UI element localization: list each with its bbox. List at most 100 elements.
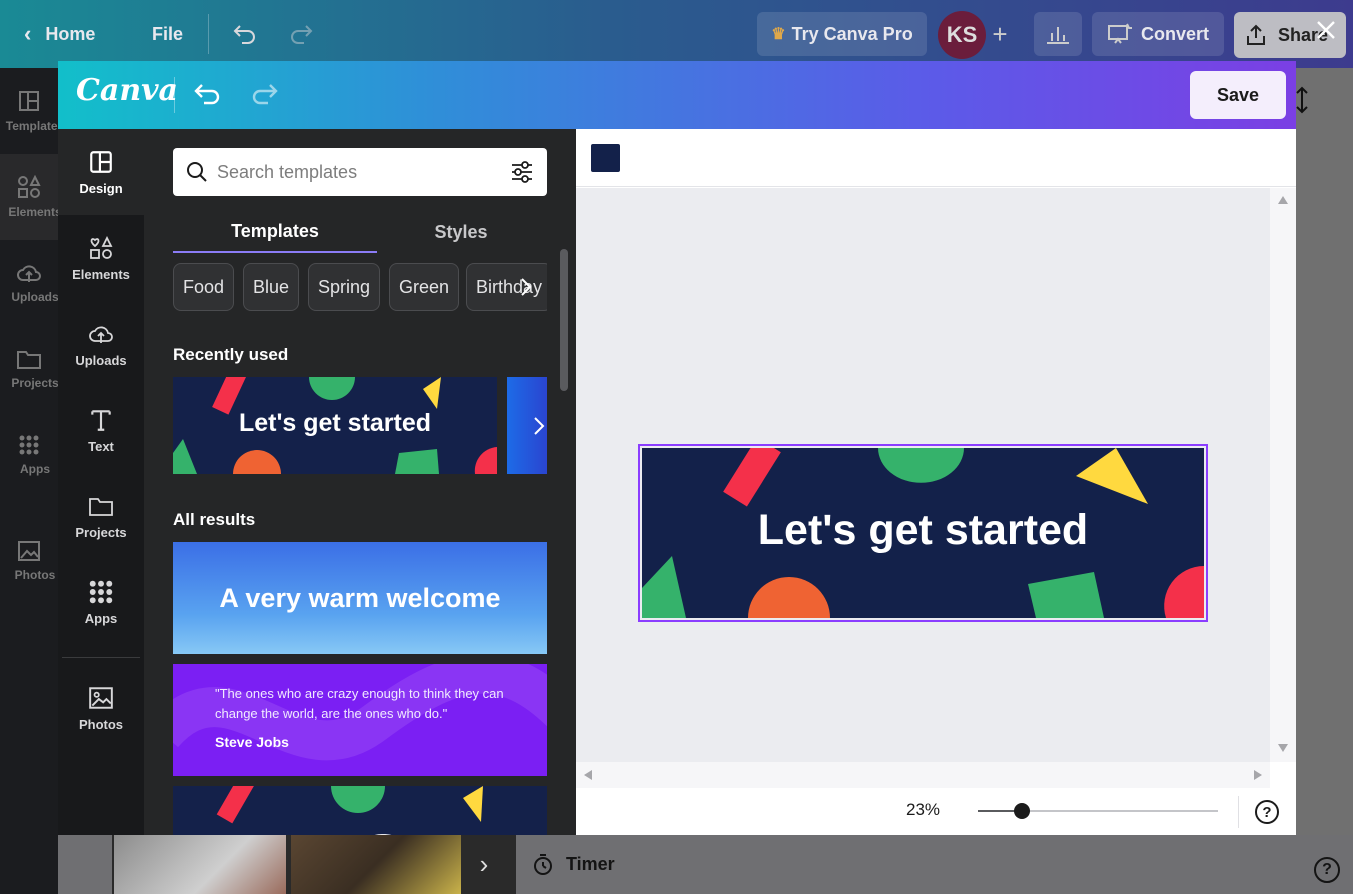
canvas-workspace: Let's get started bbox=[576, 188, 1270, 762]
recent-template-card[interactable]: Let's get started bbox=[173, 377, 497, 474]
vertical-scrollbar[interactable] bbox=[1270, 188, 1296, 762]
zoom-slider-handle[interactable] bbox=[1014, 803, 1031, 819]
bg-rail-item-templates: Templates bbox=[0, 68, 58, 154]
quote-text: "The ones who are crazy enough to think … bbox=[215, 686, 504, 721]
close-icon[interactable] bbox=[1312, 16, 1340, 44]
chip-green[interactable]: Green bbox=[389, 263, 460, 311]
background-canvas-edge bbox=[1296, 68, 1353, 894]
scroll-right-icon[interactable] bbox=[1254, 770, 1262, 780]
design-page[interactable]: Let's get started bbox=[642, 448, 1204, 618]
scroll-up-icon[interactable] bbox=[1278, 196, 1288, 204]
sidebar-item-label: Elements bbox=[72, 266, 130, 282]
grid-icon bbox=[89, 580, 113, 603]
search-icon bbox=[187, 162, 207, 182]
convert-label: Convert bbox=[1140, 23, 1209, 44]
folder-icon bbox=[17, 351, 41, 369]
sidebar-item-elements[interactable]: Elements bbox=[58, 215, 144, 301]
layout-icon bbox=[19, 91, 39, 111]
background-photo-thumb bbox=[291, 835, 461, 894]
scroll-down-icon[interactable] bbox=[1278, 744, 1288, 752]
bg-rail-label: Photos bbox=[14, 568, 56, 582]
background-topbar: ‹ Home File ♛ Try Canva Pro KS + Convert… bbox=[0, 0, 1353, 68]
footer-divider bbox=[1238, 796, 1239, 828]
avatar[interactable]: KS bbox=[938, 11, 986, 59]
templates-panel: Templates Styles Food Blue Spring Green … bbox=[144, 129, 576, 835]
stopwatch-icon bbox=[534, 853, 552, 875]
save-button[interactable]: Save bbox=[1190, 71, 1286, 119]
home-label: Home bbox=[45, 23, 96, 44]
redo-icon[interactable] bbox=[288, 22, 314, 46]
modal-sidebar: Design Elements Uploads Text Projects Ap… bbox=[58, 129, 144, 835]
sidebar-item-label: Apps bbox=[84, 610, 118, 626]
bg-rail-item-uploads: Uploads bbox=[0, 240, 58, 326]
template-result-card[interactable]: A very warm welcome bbox=[173, 542, 547, 654]
bg-rail-label: Apps bbox=[20, 462, 50, 476]
try-pro-label: Try Canva Pro bbox=[791, 23, 913, 44]
bg-rail-label: Uploads bbox=[11, 290, 58, 304]
bg-rail-item-photos: Photos bbox=[0, 518, 58, 604]
help-icon[interactable]: ? bbox=[1255, 800, 1279, 824]
template-result-card[interactable]: "The ones who are crazy enough to think … bbox=[173, 664, 547, 776]
recently-used-title: Recently used bbox=[173, 345, 289, 364]
filter-chips: Food Blue Spring Green Birthday bbox=[173, 263, 547, 311]
bg-rail-item-apps: Apps bbox=[0, 412, 58, 498]
canva-logo: Canva bbox=[76, 73, 178, 108]
sidebar-item-apps[interactable]: Apps bbox=[58, 559, 144, 645]
chip-food[interactable]: Food bbox=[173, 263, 235, 311]
horizontal-scrollbar[interactable] bbox=[576, 762, 1270, 788]
background-photo-thumb bbox=[114, 835, 286, 894]
search-bar bbox=[173, 148, 547, 196]
bg-rail-label: Templates bbox=[5, 119, 58, 133]
tab-styles[interactable]: Styles bbox=[359, 211, 563, 253]
shapes-icon bbox=[18, 175, 41, 198]
bg-rail-label: Elements bbox=[8, 205, 58, 219]
folder-icon bbox=[89, 497, 113, 516]
grid-icon bbox=[19, 435, 39, 455]
sidebar-item-design[interactable]: Design bbox=[58, 129, 144, 215]
plus-icon[interactable]: + bbox=[986, 16, 1014, 52]
undo-icon[interactable] bbox=[192, 79, 224, 111]
file-menu-button[interactable]: File bbox=[152, 0, 183, 68]
canvas-toolbar bbox=[576, 129, 1296, 187]
panel-scrollbar[interactable] bbox=[560, 249, 568, 391]
chevron-right-icon[interactable] bbox=[516, 277, 536, 297]
background-sidebar: Templates Elements Uploads Projects Apps… bbox=[0, 68, 58, 894]
topbar-divider bbox=[208, 14, 209, 54]
sidebar-item-label: Text bbox=[88, 438, 114, 454]
cloud-upload-icon bbox=[89, 326, 113, 343]
bg-rail-item-elements: Elements bbox=[0, 154, 58, 240]
scroll-left-icon[interactable] bbox=[584, 770, 592, 780]
convert-button[interactable]: Convert bbox=[1092, 12, 1224, 56]
redo-icon[interactable] bbox=[248, 79, 280, 111]
undo-icon[interactable] bbox=[232, 22, 258, 46]
image-icon bbox=[18, 541, 40, 561]
chip-spring[interactable]: Spring bbox=[308, 263, 381, 311]
insights-button[interactable] bbox=[1034, 12, 1082, 56]
tab-templates[interactable]: Templates bbox=[173, 211, 377, 253]
sidebar-item-projects[interactable]: Projects bbox=[58, 473, 144, 559]
home-button[interactable]: ‹ Home bbox=[24, 0, 95, 68]
canvas-footer: 23% ? bbox=[576, 788, 1296, 835]
result-text: A very warm welcome bbox=[219, 582, 501, 613]
header-divider bbox=[174, 77, 175, 113]
background-color-swatch[interactable] bbox=[591, 144, 620, 172]
sidebar-item-label: Projects bbox=[75, 524, 127, 540]
chip-blue[interactable]: Blue bbox=[243, 263, 300, 311]
all-results-title: All results bbox=[173, 510, 256, 529]
zoom-level: 23% bbox=[906, 800, 941, 819]
cloud-upload-icon bbox=[17, 265, 41, 282]
modal-header: Canva Save bbox=[58, 61, 1296, 129]
template-result-card[interactable] bbox=[173, 786, 547, 835]
sidebar-item-uploads[interactable]: Uploads bbox=[58, 301, 144, 387]
share-icon bbox=[1247, 24, 1265, 45]
filter-icon[interactable] bbox=[509, 160, 535, 184]
sidebar-item-photos[interactable]: Photos bbox=[58, 665, 144, 751]
search-input[interactable] bbox=[217, 148, 497, 196]
chevron-right-icon: › bbox=[479, 849, 489, 879]
template-editor-modal: Canva Save Design Elements Uploads Text bbox=[58, 61, 1296, 835]
chevron-right-icon[interactable] bbox=[530, 416, 548, 436]
sidebar-item-label: Design bbox=[79, 180, 123, 196]
sidebar-item-text[interactable]: Text bbox=[58, 387, 144, 473]
design-headline[interactable]: Let's get started bbox=[642, 506, 1204, 555]
try-canva-pro-button[interactable]: ♛ Try Canva Pro bbox=[757, 12, 927, 56]
